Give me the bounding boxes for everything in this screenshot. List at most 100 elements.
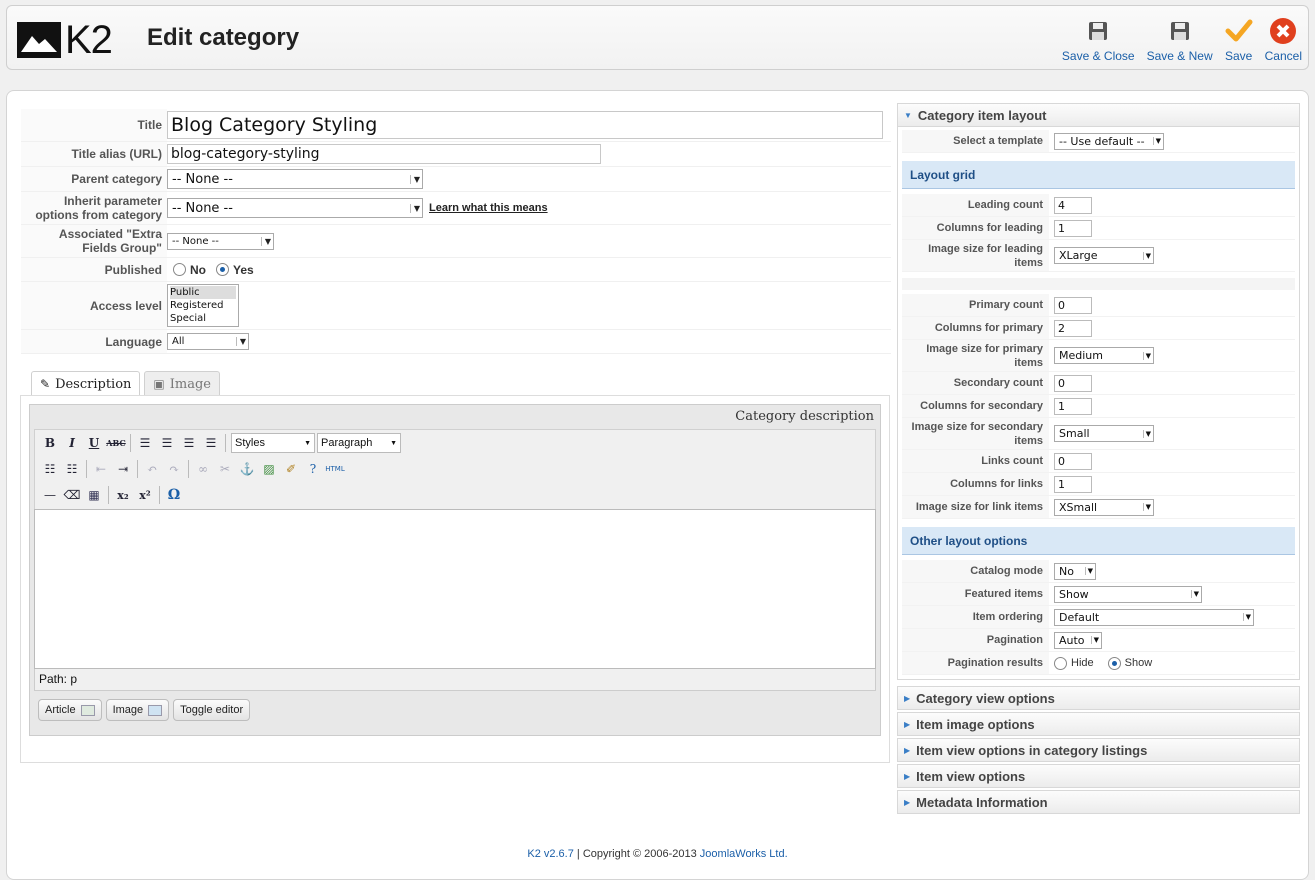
item-image-options-header[interactable]: ▶ Item image options (897, 712, 1300, 736)
html-icon[interactable]: HTML (324, 459, 346, 479)
pagination-show-radio[interactable] (1107, 656, 1121, 670)
image-leading-select[interactable]: XLarge ▼ (1054, 247, 1154, 264)
featured-items-select[interactable]: Show ▼ (1054, 585, 1202, 603)
article-button[interactable]: Article (38, 699, 102, 721)
anchor-icon[interactable]: ⚓ (236, 459, 258, 479)
save-close-button[interactable]: Save & Close (1062, 16, 1135, 63)
published-no-label: No (190, 262, 206, 277)
image-secondary-select[interactable]: Small ▼ (1054, 425, 1154, 442)
secondary-count-input[interactable]: 0 (1054, 374, 1092, 392)
cancel-button[interactable]: Cancel (1265, 16, 1302, 63)
catalog-mode-select[interactable]: No ▼ (1054, 562, 1096, 580)
tab-description[interactable]: ✎ Description (31, 371, 141, 396)
template-select[interactable]: -- Use default -- ▼ (1054, 132, 1164, 150)
learn-more-link[interactable]: Learn what this means (429, 202, 548, 214)
item-view-listings-header[interactable]: ▶ Item view options in category listings (897, 738, 1300, 762)
published-no-radio[interactable] (173, 263, 186, 276)
align-left-icon[interactable]: ☰ (134, 433, 156, 453)
image-button[interactable]: Image (105, 699, 170, 721)
horizontal-rule-icon[interactable]: — (39, 485, 61, 505)
template-label: Select a template (902, 130, 1049, 152)
columns-secondary-input[interactable]: 1 (1054, 397, 1092, 415)
outdent-icon[interactable]: ⇤ (90, 459, 112, 479)
numbered-list-icon[interactable]: ☷ (61, 459, 83, 479)
pagination-hide-radio[interactable] (1054, 656, 1067, 670)
k2-logo: K2 (17, 20, 127, 60)
undo-icon[interactable]: ↶ (141, 459, 163, 479)
item-ordering-select[interactable]: Default ▼ (1054, 608, 1254, 626)
format-select[interactable]: Paragraph ▼ (317, 433, 401, 453)
image-primary-select[interactable]: Medium ▼ (1054, 347, 1154, 364)
tab-image[interactable]: ▣ Image (144, 371, 220, 396)
unlink-icon[interactable]: ✂ (214, 459, 236, 479)
rich-text-editor: Category description B I U ABC ☰ ☰ ☰ ☰ S… (29, 404, 881, 736)
version-link[interactable]: K2 v2.6.7 (527, 848, 573, 860)
chevron-down-icon: ▼ (1084, 567, 1093, 575)
access-level-list[interactable]: Public Registered Special (167, 284, 239, 327)
columns-leading-row: Columns for leading 1 (902, 217, 1295, 240)
leading-count-input[interactable]: 4 (1054, 196, 1092, 214)
special-char-icon[interactable]: Ω (163, 485, 185, 505)
bold-icon[interactable]: B (39, 433, 61, 453)
editor-toolbar: B I U ABC ☰ ☰ ☰ ☰ Styles ▼ Paragraph ▼ ☷ ☷ (34, 429, 876, 509)
columns-links-input[interactable]: 1 (1054, 475, 1092, 493)
page-title: Edit category (147, 24, 300, 51)
primary-count-input[interactable]: 0 (1054, 296, 1092, 314)
access-option-special[interactable]: Special (170, 312, 236, 325)
styles-select[interactable]: Styles ▼ (231, 433, 315, 453)
superscript-icon[interactable]: x² (134, 485, 156, 505)
published-yes-radio[interactable] (216, 263, 229, 276)
save-button[interactable]: Save (1225, 16, 1253, 63)
access-option-public[interactable]: Public (170, 286, 236, 299)
columns-primary-input[interactable]: 2 (1054, 319, 1092, 337)
save-label: Save (1224, 49, 1253, 63)
link-icon[interactable]: ∞ (192, 459, 214, 479)
subscript-icon[interactable]: x₂ (112, 485, 134, 505)
alias-input[interactable]: blog-category-styling (167, 144, 601, 164)
insert-image-icon[interactable]: ▨ (258, 459, 280, 479)
category-item-layout-header[interactable]: ▼ Category item layout (897, 103, 1300, 127)
underline-icon[interactable]: U (83, 433, 105, 453)
item-view-options-header[interactable]: ▶ Item view options (897, 764, 1300, 788)
cleanup-icon[interactable]: ✐ (280, 459, 302, 479)
pagination-select[interactable]: Auto ▼ (1054, 631, 1102, 649)
italic-icon[interactable]: I (61, 433, 83, 453)
language-select[interactable]: All ▼ (167, 333, 249, 350)
toolbar-row-1: B I U ABC ☰ ☰ ☰ ☰ Styles ▼ Paragraph ▼ (35, 430, 875, 456)
category-view-options-header[interactable]: ▶ Category view options (897, 686, 1300, 710)
company-link[interactable]: JoomlaWorks Ltd. (700, 848, 788, 860)
format-value: Paragraph (321, 437, 373, 449)
align-right-icon[interactable]: ☰ (178, 433, 200, 453)
eraser-icon[interactable]: ⌫ (61, 485, 83, 505)
chevron-down-icon: ▼ (1142, 429, 1151, 438)
help-icon[interactable]: ? (302, 459, 324, 479)
editor-content-area[interactable] (34, 509, 876, 669)
columns-leading-input[interactable]: 1 (1054, 219, 1092, 237)
bullet-list-icon[interactable]: ☷ (39, 459, 61, 479)
save-new-button[interactable]: Save & New (1147, 16, 1213, 63)
editor-caption: Category description (735, 409, 874, 424)
redo-icon[interactable]: ↷ (163, 459, 185, 479)
metadata-header[interactable]: ▶ Metadata Information (897, 790, 1300, 814)
alias-row: Title alias (URL) blog-category-styling (21, 142, 891, 167)
featured-items-label: Featured items (902, 583, 1049, 605)
toggle-editor-button[interactable]: Toggle editor (173, 699, 251, 721)
align-center-icon[interactable]: ☰ (156, 433, 178, 453)
image-links-select[interactable]: XSmall ▼ (1054, 498, 1154, 516)
toolbar-separator (108, 486, 109, 504)
featured-items-value: Show (1059, 587, 1089, 601)
extra-fields-select[interactable]: -- None -- ▼ (167, 232, 274, 250)
inherit-select[interactable]: -- None -- ▼ (167, 198, 423, 218)
metadata-title: Metadata Information (916, 794, 1048, 810)
access-option-registered[interactable]: Registered (170, 299, 236, 312)
description-panel: Category description B I U ABC ☰ ☰ ☰ ☰ S… (20, 395, 890, 763)
title-input[interactable]: Blog Category Styling (167, 111, 883, 139)
published-label: Published (21, 258, 167, 281)
table-icon[interactable]: ▦ (83, 485, 105, 505)
links-count-input[interactable]: 0 (1054, 452, 1092, 470)
strikethrough-icon[interactable]: ABC (105, 433, 127, 453)
image-leading-value: XLarge (1059, 249, 1098, 262)
align-justify-icon[interactable]: ☰ (200, 433, 222, 453)
parent-category-select[interactable]: -- None -- ▼ (167, 169, 423, 189)
indent-icon[interactable]: ⇥ (112, 459, 134, 479)
